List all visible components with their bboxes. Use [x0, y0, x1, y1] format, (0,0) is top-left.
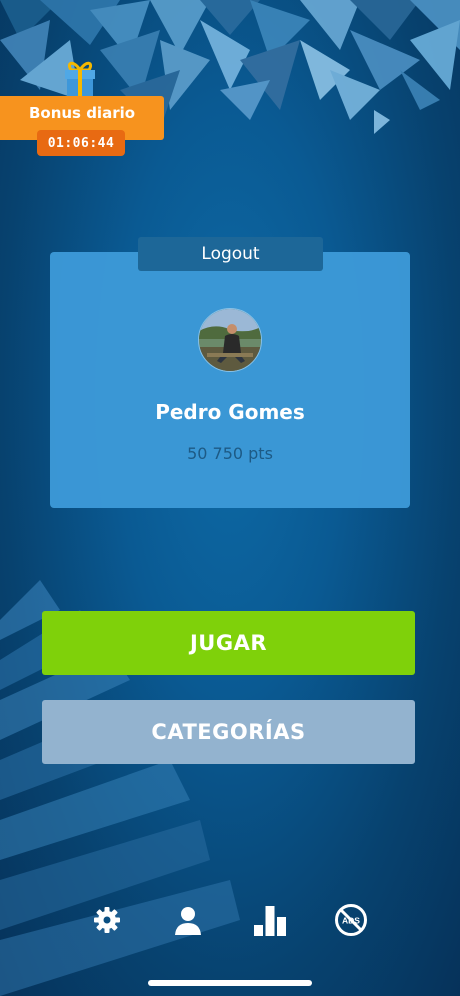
home-indicator[interactable] — [148, 980, 312, 986]
no-ads-icon: ADS — [335, 904, 367, 936]
leaderboard-icon — [254, 906, 286, 936]
categories-button[interactable]: CATEGORÍAS — [42, 700, 415, 764]
logout-button[interactable]: Logout — [138, 237, 323, 271]
no-ads-label: ADS — [342, 916, 360, 926]
user-points: 50 750 pts — [187, 444, 273, 463]
profile-card — [50, 252, 410, 508]
settings-button[interactable] — [89, 902, 125, 938]
bonus-timer: 01:06:44 — [37, 130, 125, 156]
leaderboard-button[interactable] — [252, 902, 288, 938]
profile-button[interactable] — [170, 902, 206, 938]
user-icon — [175, 907, 201, 935]
daily-bonus[interactable]: Bonus diario 01:06:44 — [0, 58, 166, 162]
play-button[interactable]: JUGAR — [42, 611, 415, 675]
remove-ads-button[interactable]: ADS — [333, 902, 369, 938]
user-name: Pedro Gomes — [155, 400, 305, 424]
avatar-photo — [199, 309, 261, 371]
gear-icon — [94, 907, 120, 933]
avatar[interactable] — [198, 308, 262, 372]
